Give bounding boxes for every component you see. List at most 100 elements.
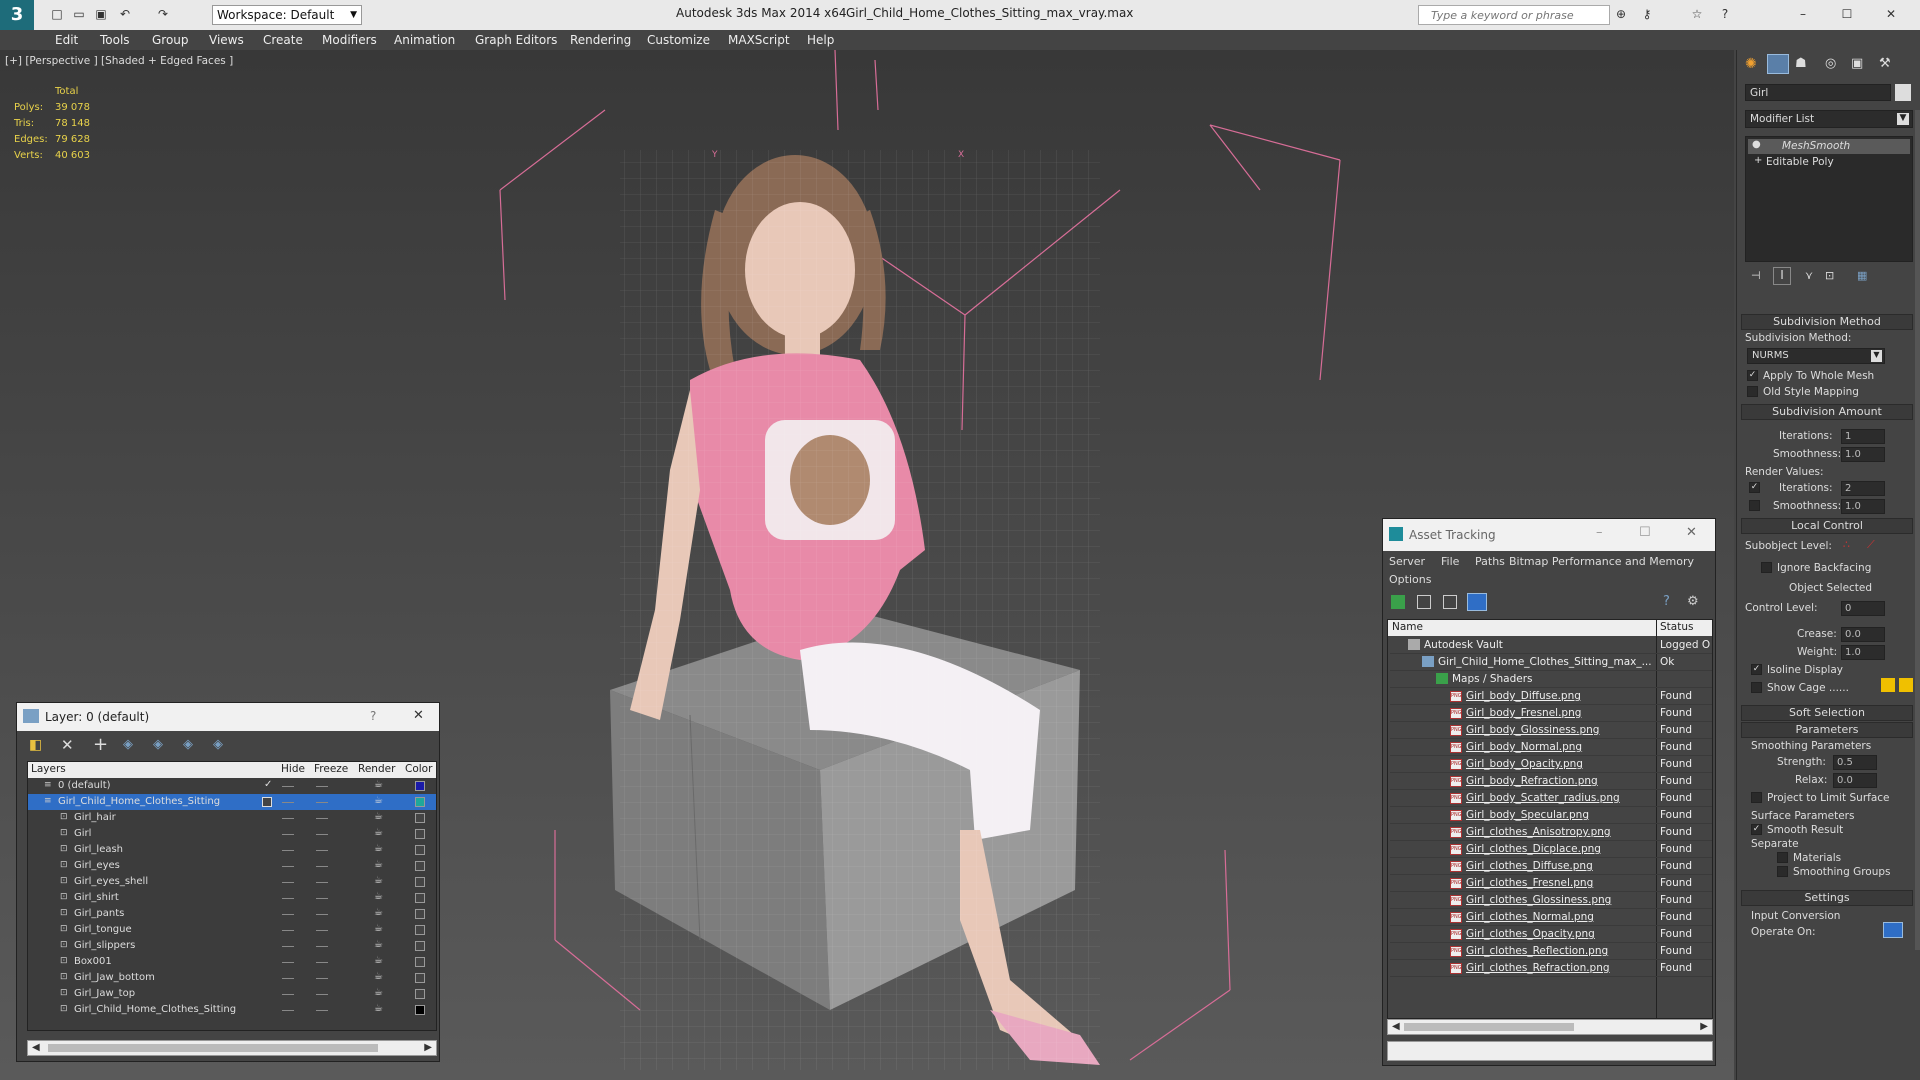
new-layer-icon[interactable]: ◧: [29, 737, 42, 753]
layer-dialog-titlebar[interactable]: Layer: 0 (default) ? ✕: [17, 703, 439, 731]
layer-row[interactable]: ⊡ Girl_Child_Home_Clothes_Sitting ☕: [28, 1002, 436, 1018]
col-name[interactable]: Name: [1392, 621, 1423, 633]
rollout-settings[interactable]: Settings: [1741, 890, 1913, 906]
search-field[interactable]: [1418, 5, 1610, 25]
asset-row[interactable]: Autodesk Vault Logged O: [1390, 637, 1712, 654]
layer-color-swatch[interactable]: [415, 941, 425, 951]
layer-row[interactable]: ⊡ Girl_Jaw_top ☕: [28, 986, 436, 1002]
strength-spinner[interactable]: 0.5: [1833, 755, 1877, 770]
layer-row[interactable]: ⊡ Girl_eyes ☕: [28, 858, 436, 874]
render-smoothness-checkbox[interactable]: [1749, 500, 1760, 511]
menu-edit[interactable]: Edit: [55, 33, 78, 47]
smoothing-groups-checkbox[interactable]: [1777, 866, 1788, 877]
freeze-toggle[interactable]: [316, 962, 328, 963]
layer-color-swatch[interactable]: [415, 797, 425, 807]
asset-row[interactable]: PNG Girl_clothes_Reflection.png Found: [1390, 943, 1712, 960]
hide-toggle[interactable]: [282, 946, 294, 947]
render-teapot-icon[interactable]: ☕: [374, 811, 383, 822]
col-freeze[interactable]: Freeze: [314, 763, 348, 775]
asset-row[interactable]: PNG Girl_body_Specular.png Found: [1390, 807, 1712, 824]
asset-row[interactable]: PNG Girl_clothes_Refraction.png Found: [1390, 960, 1712, 977]
freeze-toggle[interactable]: [316, 946, 328, 947]
layer-color-swatch[interactable]: [415, 781, 425, 791]
asset-row[interactable]: PNG Girl_body_Normal.png Found: [1390, 739, 1712, 756]
layer-color-swatch[interactable]: [415, 877, 425, 887]
freeze-toggle[interactable]: [316, 802, 328, 803]
rollout-soft-selection[interactable]: Soft Selection: [1741, 705, 1913, 721]
render-teapot-icon[interactable]: ☕: [374, 987, 383, 998]
menu-animation[interactable]: Animation: [394, 33, 455, 47]
command-panel-scrollbar[interactable]: [1915, 110, 1920, 950]
freeze-toggle[interactable]: [316, 914, 328, 915]
redo-icon[interactable]: ↷: [156, 7, 170, 21]
asset-row[interactable]: PNG Girl_clothes_Opacity.png Found: [1390, 926, 1712, 943]
scroll-thumb[interactable]: [1404, 1023, 1574, 1031]
weight-spinner[interactable]: 1.0: [1841, 645, 1885, 660]
lightbulb-icon[interactable]: ●: [1752, 139, 1761, 150]
scroll-left-icon[interactable]: ◀: [32, 1042, 40, 1053]
hide-toggle[interactable]: [282, 882, 294, 883]
render-teapot-icon[interactable]: ☕: [374, 779, 383, 790]
relax-spinner[interactable]: 0.0: [1833, 773, 1877, 788]
layer-row[interactable]: ⊡ Girl_slippers ☕: [28, 938, 436, 954]
layer-row[interactable]: ⊡ Girl_Jaw_bottom ☕: [28, 970, 436, 986]
render-teapot-icon[interactable]: ☕: [374, 955, 383, 966]
layer-color-swatch[interactable]: [415, 813, 425, 823]
isoline-display-checkbox[interactable]: ✓: [1751, 664, 1762, 675]
show-end-result-icon[interactable]: I: [1773, 267, 1791, 285]
refresh-icon[interactable]: [1391, 595, 1405, 609]
rollout-local-control[interactable]: Local Control: [1741, 518, 1913, 534]
layer-color-swatch[interactable]: [415, 861, 425, 871]
edge-subobject-icon[interactable]: ⟋: [1867, 538, 1875, 552]
render-teapot-icon[interactable]: ☕: [374, 939, 383, 950]
asset-row[interactable]: PNG Girl_body_Glossiness.png Found: [1390, 722, 1712, 739]
undo-icon[interactable]: ↶: [118, 7, 132, 21]
menu-bitmap-performance[interactable]: Bitmap Performance and Memory: [1509, 555, 1694, 568]
menu-paths[interactable]: Paths: [1475, 555, 1505, 568]
apply-whole-mesh-checkbox[interactable]: ✓: [1747, 370, 1758, 381]
hide-toggle[interactable]: [282, 1010, 294, 1011]
freeze-toggle[interactable]: [316, 786, 328, 787]
render-teapot-icon[interactable]: ☕: [374, 843, 383, 854]
layer-row[interactable]: ≡ Girl_Child_Home_Clothes_Sitting ☕: [28, 794, 436, 810]
menu-customize[interactable]: Customize: [647, 33, 710, 47]
help-button[interactable]: ?: [370, 709, 376, 723]
ignore-backfacing-checkbox[interactable]: [1761, 562, 1772, 573]
add-selection-icon[interactable]: +: [93, 734, 108, 755]
menu-server[interactable]: Server: [1389, 555, 1425, 568]
control-level-spinner[interactable]: 0: [1841, 601, 1885, 616]
star-icon[interactable]: ☆: [1690, 7, 1704, 21]
smooth-result-checkbox[interactable]: ✓: [1751, 824, 1762, 835]
hide-toggle[interactable]: [282, 802, 294, 803]
menu-graph-editors[interactable]: Graph Editors: [475, 33, 557, 47]
close-icon[interactable]: ✕: [1686, 525, 1697, 540]
menu-group[interactable]: Group: [152, 33, 189, 47]
layer-row[interactable]: ⊡ Girl ☕: [28, 826, 436, 842]
render-teapot-icon[interactable]: ☕: [374, 1003, 383, 1014]
select-objects-icon[interactable]: ◈: [123, 737, 133, 752]
hide-toggle[interactable]: [282, 962, 294, 963]
open-file-icon[interactable]: ▭: [72, 7, 86, 21]
freeze-toggle[interactable]: [316, 834, 328, 835]
asset-row[interactable]: PNG Girl_body_Scatter_radius.png Found: [1390, 790, 1712, 807]
maximize-icon[interactable]: ☐: [1639, 525, 1651, 540]
iterations-spinner[interactable]: 1: [1841, 429, 1885, 444]
freeze-toggle[interactable]: [316, 978, 328, 979]
freeze-all-icon[interactable]: ◈: [213, 737, 223, 752]
hide-toggle[interactable]: [282, 978, 294, 979]
asset-row[interactable]: PNG Girl_clothes_Dicplace.png Found: [1390, 841, 1712, 858]
utilities-tab-icon[interactable]: ⚒: [1879, 56, 1891, 71]
render-teapot-icon[interactable]: ☕: [374, 891, 383, 902]
layer-color-swatch[interactable]: [415, 909, 425, 919]
old-style-mapping-checkbox[interactable]: [1747, 386, 1758, 397]
list-view-icon[interactable]: [1417, 595, 1431, 609]
grid-view-icon[interactable]: [1443, 595, 1457, 609]
asset-row[interactable]: PNG Girl_body_Refraction.png Found: [1390, 773, 1712, 790]
table-view-icon[interactable]: [1467, 593, 1487, 611]
hide-toggle[interactable]: [282, 786, 294, 787]
render-teapot-icon[interactable]: ☕: [374, 907, 383, 918]
hide-toggle[interactable]: [282, 914, 294, 915]
active-layer-check-icon[interactable]: ✓: [264, 779, 272, 790]
hide-toggle[interactable]: [282, 866, 294, 867]
save-icon[interactable]: ▣: [94, 7, 108, 21]
